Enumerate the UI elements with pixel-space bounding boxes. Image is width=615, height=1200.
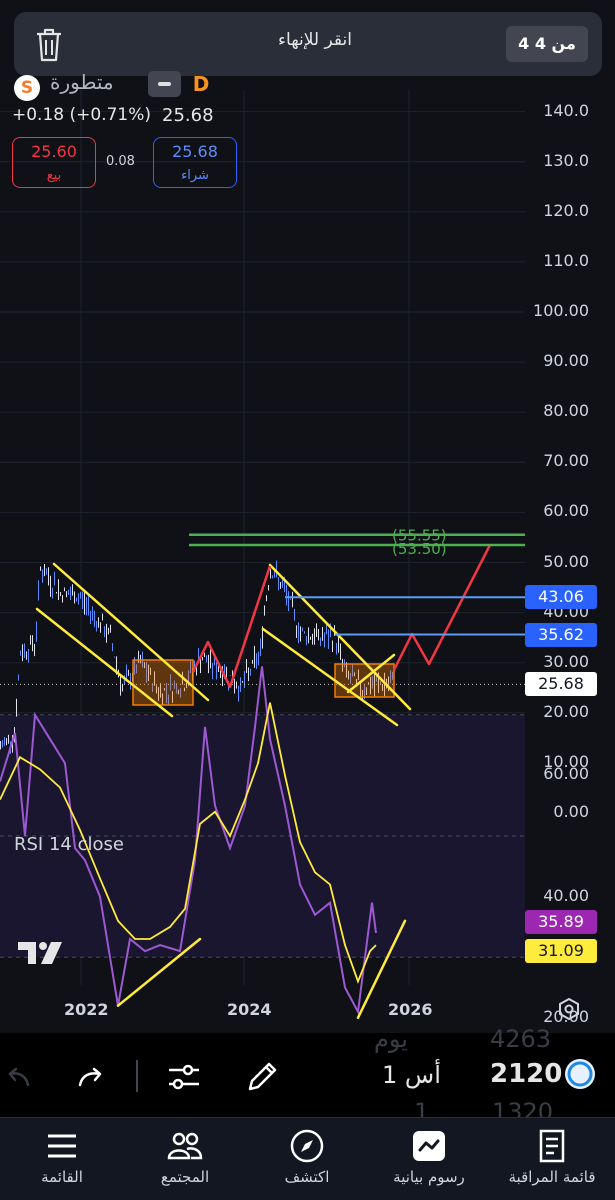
trash-icon[interactable] [34,28,64,62]
price-tag: 35.89 [525,909,597,934]
rsi-title: RSI 14 close [14,834,124,855]
sliders-icon[interactable] [164,1057,204,1097]
nav-label: المجتمع [160,1168,210,1186]
nav-charts[interactable]: رسوم بيانية [374,1125,484,1191]
nav-label: رسوم بيانية [393,1168,465,1186]
broker-avatar [565,1059,595,1089]
sell-button[interactable]: 25.60 بيع [12,137,96,188]
price-axis-label: 30.00 [543,651,589,671]
price-axis-label: 130.0 [543,150,589,170]
minus-icon[interactable] [148,71,181,97]
compass-icon [290,1129,324,1163]
range-box [334,663,395,698]
watchlist-icon [539,1129,565,1163]
nav-explore[interactable]: اكتشف [252,1125,362,1191]
price-tag: 43.06 [525,585,597,610]
price-tag: 35.62 [525,622,597,647]
price-change: +0.18 (+0.71%) [12,105,152,125]
price-axis-label: 20.00 [543,701,589,721]
chart-icon [413,1131,445,1161]
price-axis-label: 110.0 [543,250,589,270]
price-axis-label: 0.00 [553,802,589,821]
year-label: 2024 [227,1000,272,1019]
price-axis-label: 140.0 [543,100,589,120]
undo-icon[interactable] [0,1057,40,1097]
rsi-axis-label: 40.00 [543,885,589,905]
chart-drawings: (55.55)(53.50) [0,527,525,727]
nav-watchlist[interactable]: قائمة المراقبة [497,1125,607,1191]
price-axis-label: 120.0 [543,200,589,220]
buy-label: شراء [181,168,209,183]
slide-counter: 4 من 4 [506,26,588,62]
target-label: (53.50) [392,540,447,558]
price-axis-label: 50.00 [543,551,589,571]
sell-label: بيع [46,168,62,183]
community-icon [167,1132,203,1160]
projection-path [392,544,492,671]
sell-price: 25.60 [31,142,77,161]
price-axis-label: 100.00 [533,301,589,320]
finish-hint[interactable]: انقر للإنهاء [190,30,440,50]
price-tag: 31.09 [525,938,597,963]
orderbook-value: 2120 [490,1059,563,1089]
projection-path [191,565,272,689]
nav-label: قائمة المراقبة [508,1168,596,1186]
nav-label: اكتشف [284,1168,330,1186]
menu-icon [48,1134,76,1158]
year-label: 2022 [64,1000,109,1019]
interval-badge[interactable]: D [184,68,218,100]
rsi-axis-label: 60.00 [543,764,589,784]
tradingview-logo-icon [18,942,62,964]
symbol-logo: S [14,75,40,101]
pencil-icon[interactable] [242,1057,282,1097]
spread: 0.08 [106,154,135,169]
year-label: 2026 [388,1000,433,1019]
symbol-name[interactable]: متطورة [50,70,114,94]
redo-icon[interactable] [70,1057,110,1097]
buy-price: 25.68 [172,142,218,161]
range-box [132,659,194,706]
nav-menu[interactable]: القائمة [7,1125,117,1191]
orderbook-value: 4263 [490,1025,552,1053]
buy-button[interactable]: 25.68 شراء [153,137,237,188]
orderbook-label: 1 أس [382,1061,441,1089]
price-axis-label: 80.00 [543,401,589,421]
price-tag: 25.68 [525,672,597,697]
nav-community[interactable]: المجتمع [130,1125,240,1191]
nav-label: القائمة [41,1168,83,1186]
price-axis-label: 70.00 [543,451,589,471]
price-axis-label: 90.00 [543,351,589,371]
price-axis-label: 60.00 [543,501,589,521]
last-price: 25.68 [162,105,214,126]
settings-icon[interactable] [557,997,581,1021]
orderbook-label: يوم [374,1025,408,1053]
toolbar-divider [136,1060,138,1092]
